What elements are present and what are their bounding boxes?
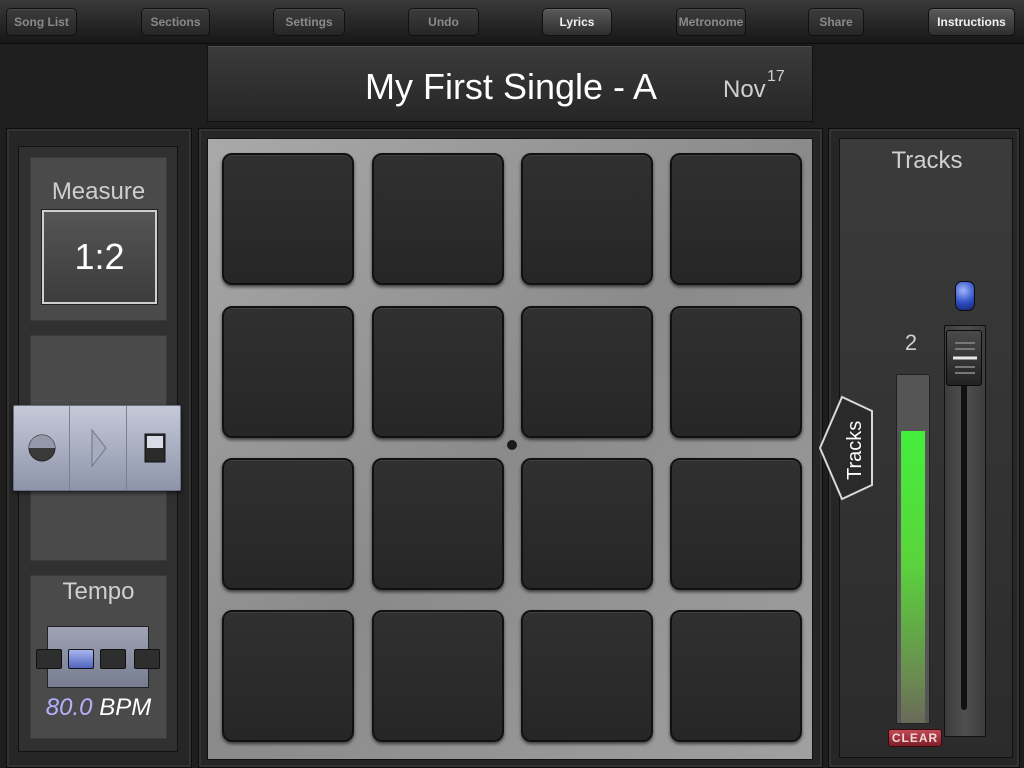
instructions-button[interactable]: Instructions bbox=[928, 8, 1015, 36]
level-meter bbox=[896, 374, 930, 724]
pad-r3-c1[interactable] bbox=[222, 458, 354, 590]
pad-r4-c1[interactable] bbox=[222, 610, 354, 742]
pad-r2-c1[interactable] bbox=[222, 306, 354, 438]
play-icon bbox=[91, 428, 107, 468]
pad-r3-c2[interactable] bbox=[372, 458, 504, 590]
tempo-option-1[interactable] bbox=[36, 649, 62, 669]
app-window: Song List Sections Settings Undo Lyrics … bbox=[0, 0, 1024, 768]
song-list-button[interactable]: Song List bbox=[6, 8, 77, 36]
level-meter-fill bbox=[901, 431, 925, 723]
bpm-unit: BPM bbox=[99, 694, 152, 721]
bpm-value: 80.0 bbox=[45, 694, 93, 721]
pad-r3-c3[interactable] bbox=[521, 458, 653, 590]
tempo-selector[interactable] bbox=[36, 626, 160, 688]
record-icon bbox=[28, 434, 56, 462]
tempo-option-4[interactable] bbox=[134, 649, 160, 669]
pad-r1-c2[interactable] bbox=[372, 153, 504, 285]
date-month: Nov bbox=[723, 76, 766, 103]
metronome-button[interactable]: Metronome bbox=[676, 8, 746, 36]
pad-r2-c3[interactable] bbox=[521, 306, 653, 438]
tempo-label: Tempo bbox=[62, 578, 135, 605]
song-title-bar[interactable]: My First Single - A Nov 17 bbox=[207, 45, 813, 122]
record-button[interactable] bbox=[14, 406, 70, 490]
measure-box: Measure 1:2 bbox=[30, 157, 167, 321]
volume-fader-knob[interactable] bbox=[946, 330, 982, 386]
undo-button[interactable]: Undo bbox=[408, 8, 479, 36]
pad-r2-c4[interactable] bbox=[670, 306, 802, 438]
pad-grid bbox=[207, 138, 813, 760]
pad-r4-c2[interactable] bbox=[372, 610, 504, 742]
pad-r1-c1[interactable] bbox=[222, 153, 354, 285]
measure-label: Measure bbox=[51, 178, 146, 205]
clear-button[interactable]: CLEAR bbox=[888, 729, 942, 747]
center-screw bbox=[507, 440, 517, 450]
lyrics-button[interactable]: Lyrics bbox=[542, 8, 612, 36]
pad-r4-c4[interactable] bbox=[670, 610, 802, 742]
fader-grip-icon bbox=[953, 342, 977, 374]
pad-r2-c2[interactable] bbox=[372, 306, 504, 438]
settings-button[interactable]: Settings bbox=[273, 8, 345, 36]
tracks-tab-label: Tracks bbox=[844, 420, 866, 480]
track-led-indicator[interactable] bbox=[955, 281, 975, 311]
tempo-option-3[interactable] bbox=[100, 649, 126, 669]
share-button[interactable]: Share bbox=[808, 8, 864, 36]
play-button[interactable] bbox=[70, 406, 127, 490]
bpm-readout: 80.0 BPM bbox=[31, 694, 166, 722]
pad-r1-c3[interactable] bbox=[521, 153, 653, 285]
tempo-option-2[interactable] bbox=[68, 649, 94, 669]
pad-r1-c4[interactable] bbox=[670, 153, 802, 285]
tracks-title: Tracks bbox=[891, 147, 963, 174]
volume-fader-slot bbox=[961, 380, 967, 710]
measure-value[interactable]: 1:2 bbox=[41, 209, 158, 305]
track-count: 2 bbox=[904, 330, 918, 355]
stop-icon bbox=[144, 433, 166, 463]
date-day: 17 bbox=[767, 68, 785, 85]
tempo-box: Tempo 80.0 BPM bbox=[30, 575, 167, 739]
stop-button[interactable] bbox=[127, 406, 181, 490]
pad-r4-c3[interactable] bbox=[521, 610, 653, 742]
top-toolbar: Song List Sections Settings Undo Lyrics … bbox=[0, 0, 1024, 44]
pad-r3-c4[interactable] bbox=[670, 458, 802, 590]
sections-button[interactable]: Sections bbox=[141, 8, 210, 36]
transport-controls bbox=[13, 405, 181, 491]
